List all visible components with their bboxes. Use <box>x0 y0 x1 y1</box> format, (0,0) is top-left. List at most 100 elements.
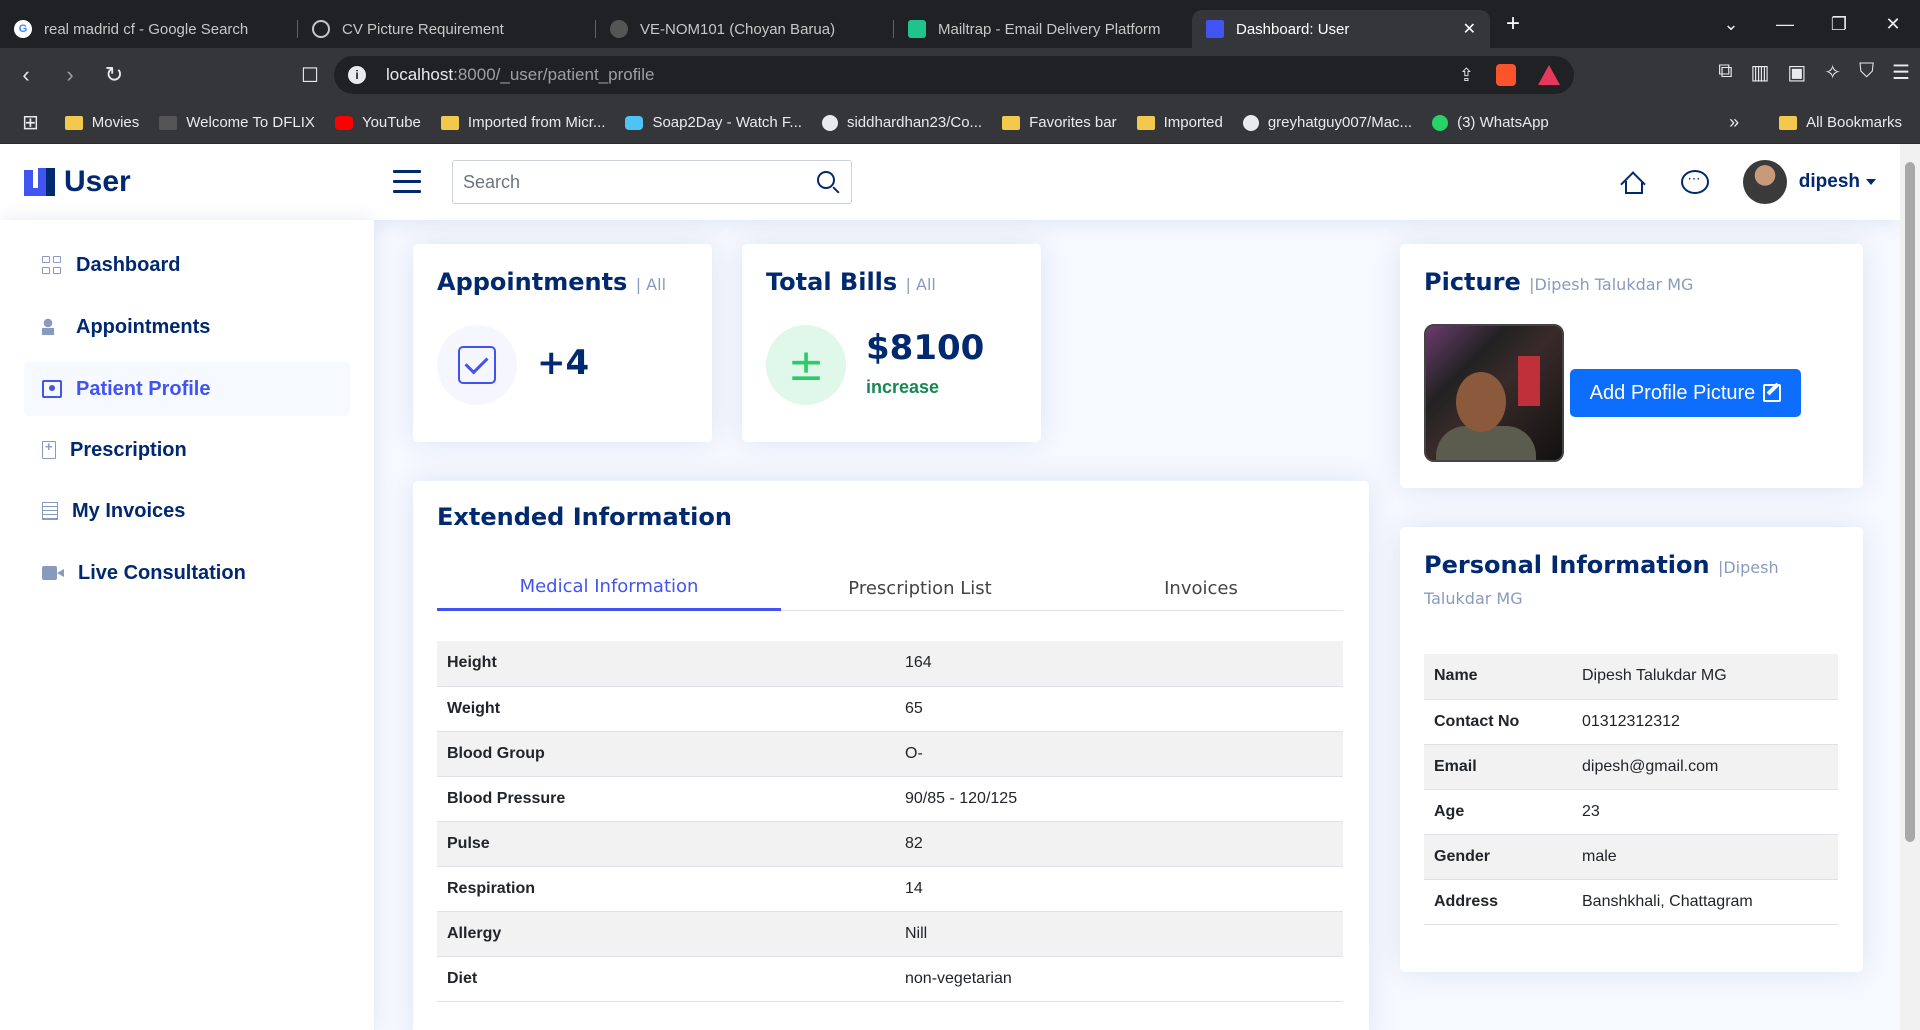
vpn-icon[interactable]: ⛉ <box>1859 60 1874 85</box>
share-icon[interactable]: ⇪ <box>1459 65 1474 86</box>
brave-rewards-icon[interactable] <box>1538 65 1560 85</box>
scrollbar-thumb[interactable] <box>1905 162 1915 842</box>
menu-icon[interactable]: ☰ <box>1892 60 1910 85</box>
forward-button[interactable]: › <box>52 62 88 88</box>
browser-tab[interactable]: CV Picture Requirement <box>298 10 596 48</box>
table-row: Age 23 <box>1424 789 1838 835</box>
card-title: Appointments <box>437 268 628 296</box>
logo-text: User <box>64 165 131 198</box>
sidebar-item-my-invoices[interactable]: My Invoices <box>24 484 350 538</box>
sidebar-toggle-icon[interactable]: ▥ <box>1750 60 1769 85</box>
table-row: Diet non-vegetarian <box>437 956 1343 1002</box>
search-input[interactable]: Search <box>452 160 852 204</box>
sidebar-item-label: Patient Profile <box>76 377 211 400</box>
tab-prescription-list[interactable]: Prescription List <box>781 565 1059 611</box>
sidebar-item-label: Appointments <box>76 315 211 338</box>
window-controls: ⌄ — ❐ ✕ <box>1704 0 1920 48</box>
extensions-icon[interactable]: ⧉ <box>1718 60 1732 85</box>
people-icon <box>42 318 62 336</box>
table-row: Respiration 14 <box>437 866 1343 912</box>
table-row: Gender male <box>1424 834 1838 880</box>
close-tab-icon[interactable]: ✕ <box>1463 19 1476 39</box>
apps-grid-icon[interactable]: ⊞ <box>22 110 39 135</box>
bookmark-item[interactable]: (3) WhatsApp <box>1432 114 1549 131</box>
personal-info-table: Name Dipesh Talukdar MG Contact No 0131231… <box>1424 654 1838 925</box>
brave-shields-icon[interactable] <box>1496 64 1516 86</box>
bookmark-item[interactable]: Welcome To DFLIX <box>159 114 315 131</box>
bookmark-item[interactable]: Favorites bar <box>1002 114 1117 131</box>
table-row: Height 164 <box>437 641 1343 687</box>
soap2day-icon <box>625 115 644 130</box>
folder-icon <box>64 115 83 130</box>
sidebar-item-dashboard[interactable]: Dashboard <box>24 238 350 292</box>
browser-tab-active[interactable]: Dashboard: User ✕ <box>1192 10 1490 48</box>
table-row: Pulse 82 <box>437 821 1343 867</box>
picture-card: Picture |Dipesh Talukdar MG Add Profile … <box>1400 244 1863 488</box>
minimize-button[interactable]: — <box>1758 14 1812 35</box>
browser-tab[interactable]: VE-NOM101 (Choyan Barua) <box>596 10 894 48</box>
tab-medical-information[interactable]: Medical Information <box>437 565 781 611</box>
bookmark-item[interactable]: Imported <box>1136 114 1223 131</box>
close-window-button[interactable]: ✕ <box>1866 14 1920 35</box>
mailtrap-icon <box>908 20 926 38</box>
address-bar[interactable]: i localhost:8000/_user/patient_profile ⇪ <box>334 56 1574 94</box>
more-bookmarks-icon[interactable]: » <box>1729 112 1739 133</box>
sidebar-item-live-consultation[interactable]: Live Consultation <box>24 546 350 600</box>
address-toolbar: ‹ › ↻ ☐ i localhost:8000/_user/patient_p… <box>0 48 1920 102</box>
sidebar-item-label: Prescription <box>70 438 187 461</box>
wallet-icon[interactable]: ▣ <box>1787 60 1806 85</box>
user-name[interactable]: dipesh <box>1799 171 1860 193</box>
tab-title: real madrid cf - Google Search <box>44 20 249 38</box>
bookmark-item[interactable]: Movies <box>64 114 139 131</box>
page-scrollbar[interactable] <box>1900 144 1920 1030</box>
tab-search-icon[interactable]: ⌄ <box>1704 14 1758 35</box>
sidebar-item-patient-profile[interactable]: Patient Profile <box>24 362 350 416</box>
sidebar-item-prescription[interactable]: Prescription <box>24 423 350 477</box>
avatar[interactable] <box>1742 160 1787 204</box>
appointments-card: Appointments | All +4 <box>413 244 712 442</box>
browser-tab[interactable]: G real madrid cf - Google Search <box>0 10 298 48</box>
table-row: Name Dipesh Talukdar MG <box>1424 654 1838 700</box>
github-icon <box>610 20 628 38</box>
maximize-button[interactable]: ❐ <box>1812 14 1866 35</box>
medical-info-table: Height 164 Weight 65 Blood Group O- Blood P… <box>437 641 1343 1002</box>
app-logo-icon <box>1206 20 1224 38</box>
add-profile-picture-button[interactable]: Add Profile Picture <box>1570 369 1801 417</box>
all-bookmarks[interactable]: All Bookmarks <box>1779 114 1902 131</box>
calendar-check-icon <box>437 325 517 405</box>
grid-icon <box>42 256 62 274</box>
person-card-icon <box>42 380 62 398</box>
bookmark-item[interactable]: greyhatguy007/Mac... <box>1242 114 1412 131</box>
edit-icon <box>1763 384 1782 402</box>
leo-ai-icon[interactable]: ✧ <box>1824 60 1841 85</box>
info-tabs: Medical Information Prescription List In… <box>437 565 1343 611</box>
clapper-icon <box>159 115 178 130</box>
profile-photo <box>1424 324 1564 462</box>
bookmark-item[interactable]: YouTube <box>334 114 421 131</box>
new-tab-button[interactable]: + <box>1506 10 1520 38</box>
bookmark-icon[interactable]: ☐ <box>292 63 328 88</box>
home-icon[interactable] <box>1620 169 1647 197</box>
reload-button[interactable]: ↻ <box>96 62 132 88</box>
filter-label[interactable]: | All <box>906 275 936 294</box>
bookmark-item[interactable]: Soap2Day - Watch F... <box>625 114 802 131</box>
folder-icon <box>1136 115 1155 130</box>
bookmark-item[interactable]: Imported from Micr... <box>440 114 605 131</box>
sidebar-toggle-icon[interactable] <box>393 170 421 200</box>
card-subtitle: |Dipesh Talukdar MG <box>1529 275 1694 294</box>
sidebar-item-appointments[interactable]: Appointments <box>24 300 350 354</box>
site-info-icon[interactable]: i <box>348 66 366 84</box>
url-host: localhost <box>386 65 454 84</box>
card-title: Picture <box>1424 268 1521 296</box>
table-row: Blood Pressure 90/85 - 120/125 <box>437 776 1343 822</box>
tab-invoices[interactable]: Invoices <box>1059 565 1343 611</box>
filter-label[interactable]: | All <box>636 275 666 294</box>
browser-tab[interactable]: Mailtrap - Email Delivery Platform <box>894 10 1192 48</box>
logo[interactable]: User <box>24 165 131 199</box>
search-icon[interactable] <box>817 171 835 189</box>
chat-icon[interactable]: ··· <box>1680 170 1709 194</box>
chevron-down-icon[interactable] <box>1866 179 1876 185</box>
bookmark-item[interactable]: siddhardhan23/Co... <box>821 114 982 131</box>
whatsapp-icon <box>1432 114 1449 131</box>
back-button[interactable]: ‹ <box>8 62 44 88</box>
